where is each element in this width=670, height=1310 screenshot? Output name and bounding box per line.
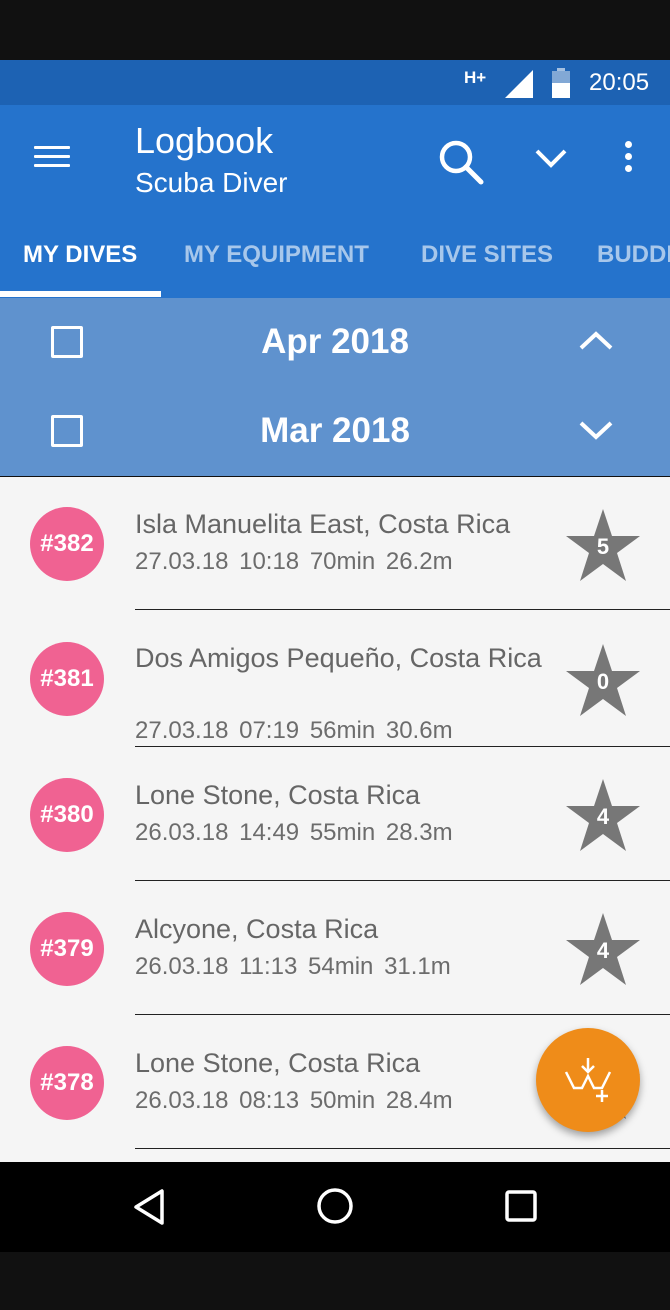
- status-bar: H+ 20:05: [0, 60, 670, 105]
- dive-list-item[interactable]: #382 Isla Manuelita East, Costa Rica 27.…: [0, 477, 670, 611]
- dive-number-badge: #381: [30, 642, 104, 716]
- dive-details: 26.03.18 14:49 55min 28.3m: [135, 819, 453, 846]
- divider: [135, 609, 670, 610]
- dive-site-name: Isla Manuelita East, Costa Rica: [135, 509, 511, 539]
- rating-star-icon: 4: [564, 777, 642, 855]
- signal-icon: [505, 70, 533, 98]
- hamburger-menu-icon[interactable]: [34, 146, 70, 174]
- network-type: H+: [464, 68, 487, 87]
- back-icon[interactable]: [130, 1187, 170, 1227]
- chevron-up-icon[interactable]: [577, 328, 615, 354]
- month-label: Mar 2018: [260, 411, 410, 450]
- tab-bar: MY DIVES MY EQUIPMENT DIVE SITES BUDDI: [0, 225, 670, 298]
- system-navigation-bar: [0, 1162, 670, 1252]
- tab-buddies[interactable]: BUDDI: [597, 241, 670, 269]
- dive-number-badge: #379: [30, 912, 104, 986]
- month-header-apr-2018[interactable]: Apr 2018: [0, 298, 670, 387]
- battery-icon: [552, 68, 570, 98]
- top-bezel: [0, 0, 670, 60]
- dive-list-item[interactable]: #380 Lone Stone, Costa Rica 26.03.18 14:…: [0, 747, 670, 881]
- tab-my-dives[interactable]: MY DIVES: [23, 241, 137, 269]
- rating-value: 4: [596, 804, 610, 829]
- rating-star-icon: 4: [564, 911, 642, 989]
- dive-details: 27.03.18 07:19 56min 30.6m: [135, 717, 453, 744]
- dive-site-name: Dos Amigos Pequeño, Costa Rica: [135, 643, 542, 673]
- home-icon[interactable]: [316, 1187, 354, 1225]
- dive-details: 27.03.18 10:18 70min 26.2m: [135, 548, 453, 575]
- rating-value: 0: [596, 669, 610, 694]
- tab-my-equipment[interactable]: MY EQUIPMENT: [184, 241, 369, 269]
- dive-number-badge: #380: [30, 778, 104, 852]
- bottom-bezel: [0, 1252, 670, 1310]
- app-title: Logbook: [135, 120, 274, 161]
- dive-site-name: Lone Stone, Costa Rica: [135, 1048, 421, 1078]
- active-tab-indicator: [0, 291, 161, 297]
- app-subtitle: Scuba Diver: [135, 167, 288, 198]
- add-dive-button[interactable]: [536, 1028, 640, 1132]
- rating-star-icon: 5: [564, 507, 642, 585]
- more-options-icon[interactable]: [622, 141, 634, 175]
- chevron-down-icon[interactable]: [577, 417, 615, 443]
- clock: 20:05: [589, 69, 650, 96]
- search-icon[interactable]: [437, 138, 485, 186]
- month-header-mar-2018[interactable]: Mar 2018: [0, 387, 670, 476]
- rating-star-icon: 0: [564, 642, 642, 720]
- dive-site-name: Lone Stone, Costa Rica: [135, 780, 421, 810]
- rating-value: 4: [596, 938, 610, 963]
- divider: [135, 1148, 670, 1149]
- tab-dive-sites[interactable]: DIVE SITES: [421, 241, 553, 269]
- dive-number-badge: #382: [30, 507, 104, 581]
- dive-details: 26.03.18 11:13 54min 31.1m: [135, 953, 451, 980]
- dive-list-item[interactable]: #379 Alcyone, Costa Rica 26.03.18 11:13 …: [0, 881, 670, 1015]
- app-bar: Logbook Scuba Diver: [0, 105, 670, 225]
- recent-apps-icon[interactable]: [504, 1189, 538, 1223]
- rating-value: 5: [596, 534, 610, 559]
- dive-details: 26.03.18 08:13 50min 28.4m: [135, 1087, 453, 1114]
- chevron-down-icon[interactable]: [533, 143, 569, 171]
- month-label: Apr 2018: [261, 322, 409, 361]
- dive-site-name: Alcyone, Costa Rica: [135, 914, 379, 944]
- dive-list-item[interactable]: #381 Dos Amigos Pequeño, Costa Rica 27.0…: [0, 611, 670, 747]
- dive-number-badge: #378: [30, 1046, 104, 1120]
- add-dive-icon: [564, 1058, 612, 1102]
